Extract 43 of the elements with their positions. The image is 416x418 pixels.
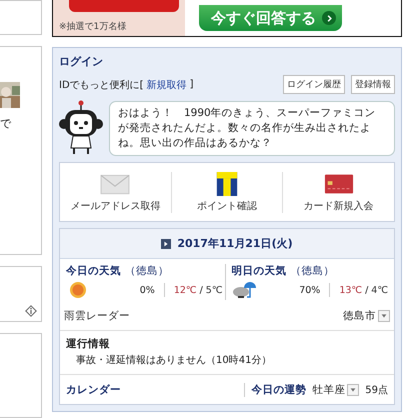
teaser-text: で <box>0 118 11 130</box>
slash-text: / <box>365 284 368 296</box>
traffic-title: 運行情報 <box>66 337 111 351</box>
service-link[interactable]: カード新規入会 <box>282 172 394 213</box>
low-temp: 5℃ <box>206 284 222 296</box>
high-temp: 13℃ <box>339 284 362 296</box>
date-text: 2017年11月21日(火) <box>177 236 293 251</box>
account-button[interactable]: 登録情報 <box>351 75 395 94</box>
weather-title[interactable]: 明日の天気 <box>232 264 286 278</box>
fortune-link[interactable]: 今日の運勢 <box>251 382 306 396</box>
bracket-text: ] <box>190 79 194 90</box>
robot-mascot-drawing <box>59 100 103 156</box>
weather-place: （徳島） <box>290 264 334 278</box>
calendar-link[interactable]: カレンダー <box>66 382 244 396</box>
fortune-score: 59点 <box>365 384 388 396</box>
account-button[interactable]: ログイン履歴 <box>283 75 345 94</box>
city-select[interactable]: 徳島市 <box>343 309 390 323</box>
traffic-status: 事故・遅延情報はありません（10時41分） <box>75 354 272 367</box>
id-prompt: IDでもっと便利に[ <box>59 78 144 92</box>
envelope-icon <box>100 172 130 196</box>
register-link[interactable]: 新規取得 <box>146 78 187 92</box>
panel-title: ログイン <box>59 54 104 69</box>
low-temp: 4℃ <box>371 284 388 296</box>
slash-text: / <box>200 284 203 296</box>
zodiac-select[interactable]: 牡羊座 <box>312 382 360 396</box>
service-link[interactable]: メールアドレス取得 <box>60 172 171 213</box>
dropdown-icon <box>378 310 390 322</box>
rain-chance: 0% <box>140 284 155 296</box>
weather-title[interactable]: 今日の天気 <box>66 264 121 278</box>
ad-banner[interactable]: ※抽選で1万名様 今すぐ回答する <box>52 0 402 37</box>
high-temp: 12℃ <box>174 284 197 296</box>
cloud-umbrella-icon <box>232 280 256 300</box>
credit-card-icon <box>324 172 354 196</box>
chevron-icon <box>322 11 336 25</box>
speech-bubble: おはよう！ 1990年のきょう、スーパーファミコンが発売されたんだよ。数々の名作が生み出されたよね。思い出の作品はあるかな？ <box>109 101 395 156</box>
ad-note: ※抽選で1万名様 <box>59 20 128 34</box>
rain-chance: 70% <box>299 284 320 296</box>
weather-place: （徳島） <box>125 264 169 278</box>
dropdown-icon <box>347 384 360 396</box>
play-icon[interactable] <box>161 238 172 248</box>
service-link[interactable]: ポイント確認 <box>170 172 282 213</box>
info-icon[interactable] <box>25 305 37 317</box>
radar-link[interactable]: 雨雲レーダー <box>64 309 130 323</box>
